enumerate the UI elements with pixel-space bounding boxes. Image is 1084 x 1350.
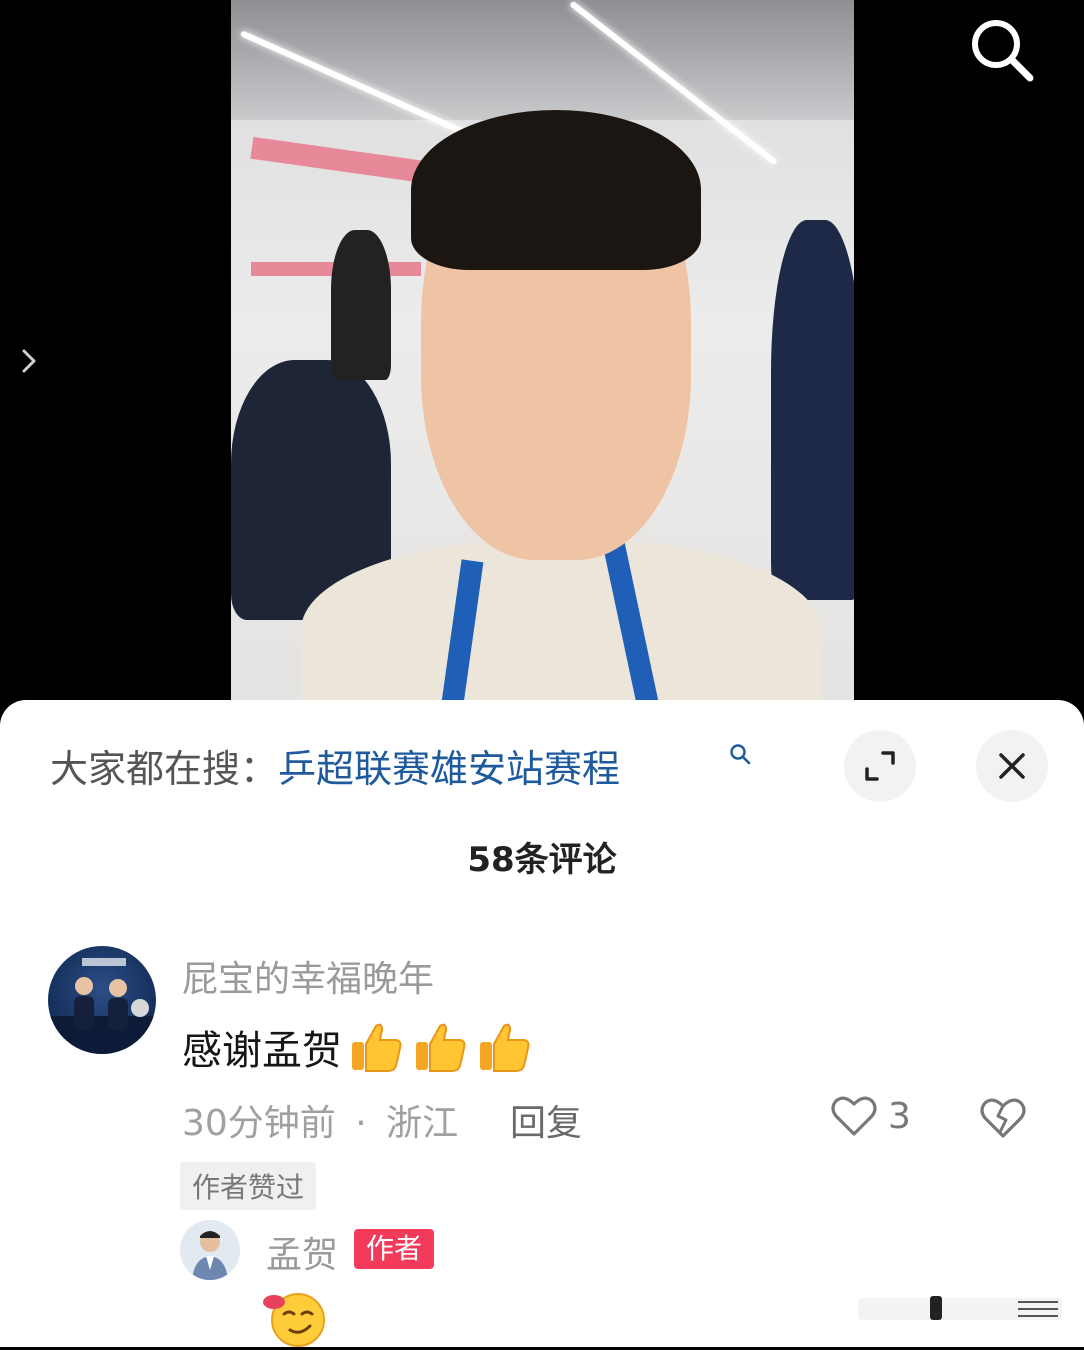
close-button[interactable] — [976, 730, 1048, 802]
search-suggestion-link[interactable]: 乒超联赛雄安站赛程 — [278, 747, 620, 791]
video-player[interactable] — [0, 0, 1084, 720]
search-suggestion[interactable]: 大家都在搜：乒超联赛雄安站赛程 — [50, 738, 620, 793]
comments-count-title: 58条评论 — [467, 840, 617, 880]
video-background-person — [331, 230, 391, 380]
close-icon — [999, 753, 1025, 779]
thumbs-up-icon — [416, 1023, 466, 1072]
author-badge: 作者 — [354, 1229, 435, 1269]
comment-sheet: 大家都在搜：乒超联赛雄安站赛程 58条评论 屁宝的幸福晚年 感谢孟贺 30分钟前… — [0, 700, 1084, 1347]
scroll-indicator[interactable] — [858, 1294, 1062, 1324]
expand-icon — [865, 751, 895, 781]
comment-text: 感谢孟贺 — [182, 1028, 342, 1074]
reply-button[interactable]: 回复 — [510, 1094, 582, 1146]
thumbs-up-icon — [480, 1023, 530, 1072]
side-panel-toggle[interactable] — [18, 344, 42, 378]
video-frame[interactable] — [231, 0, 854, 720]
search-icon — [972, 20, 1034, 82]
heart-icon[interactable] — [830, 1094, 878, 1138]
avatar-image — [48, 958, 156, 1054]
comment-meta: 30分钟前 · 浙江 — [182, 1094, 458, 1146]
avatar[interactable] — [48, 946, 156, 1054]
video-ceiling — [231, 0, 854, 120]
smirk-face-icon — [263, 1293, 325, 1347]
expand-button[interactable] — [844, 730, 916, 802]
comment-body: 感谢孟贺 — [182, 1018, 534, 1076]
search-button[interactable] — [966, 14, 1036, 84]
reply-username[interactable]: 孟贺 — [266, 1226, 338, 1278]
search-icon — [730, 744, 751, 765]
video-subject-hair — [411, 110, 701, 270]
comment-time: 30分钟前 — [182, 1103, 336, 1144]
meta-separator: · — [355, 1103, 367, 1144]
reply-avatar[interactable] — [180, 1220, 240, 1280]
like-count: 3 — [888, 1096, 911, 1137]
video-subject-shirt — [301, 540, 821, 720]
comment-username[interactable]: 屁宝的幸福晚年 — [182, 950, 434, 1002]
liked-by-author-badge: 作者赞过 — [180, 1162, 317, 1210]
video-background-person — [771, 220, 854, 600]
comment-location: 浙江 — [386, 1103, 459, 1144]
thumbs-up-icon — [352, 1023, 402, 1072]
reply-avatar-image — [180, 1220, 240, 1280]
search-suggestion-prefix: 大家都在搜： — [50, 747, 279, 791]
broken-heart-icon[interactable] — [978, 1094, 1028, 1140]
chevron-right-icon — [22, 349, 36, 373]
